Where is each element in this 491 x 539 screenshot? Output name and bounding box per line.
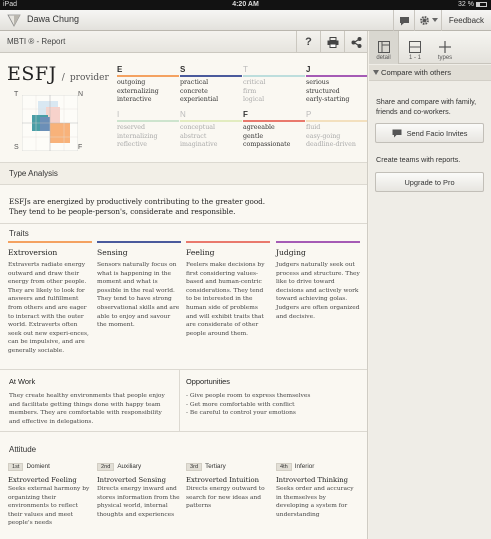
feedback-button[interactable]: Feedback	[441, 10, 491, 31]
trait-description: Feelers make decisions by first consider…	[186, 262, 265, 337]
at-work-section: At Work They create healthy environments…	[9, 377, 174, 426]
app-logo-icon[interactable]	[6, 13, 22, 28]
trait-sensing: Sensing Sensors naturally focus on what …	[97, 241, 181, 330]
report-title: MBTI ® - Report	[7, 37, 66, 46]
role-label: Auxiliary	[117, 463, 142, 470]
trait-description: Sensors naturally focus on what is happe…	[97, 262, 180, 329]
dimension-t: T critical firm logical	[243, 65, 307, 105]
upgrade-button[interactable]: Upgrade to Pro	[375, 172, 484, 192]
at-work-heading: At Work	[9, 377, 36, 386]
rank-badge: 4th	[276, 463, 292, 471]
dimension-s: S practical concrete experiential	[180, 65, 244, 105]
attitude-heading: Attitude	[9, 445, 37, 454]
type-code: ESFJ	[7, 63, 57, 85]
compare-section-header[interactable]: Compare with others	[369, 65, 491, 81]
battery-icon	[476, 1, 487, 7]
print-icon	[327, 36, 338, 48]
clock: 4:20 AM	[232, 1, 259, 8]
status-bar: iPad 4:20 AM 32 %	[0, 0, 491, 10]
messages-button[interactable]	[393, 10, 414, 31]
trait-name: Sensing	[97, 248, 128, 257]
chevron-down-icon	[431, 18, 438, 22]
function-name: Extroverted Intuition	[186, 476, 259, 484]
triangle-down-icon	[373, 70, 379, 75]
opportunity-item: - Be careful to control your emotions	[186, 410, 296, 417]
teams-description: Create teams with reports.	[376, 155, 461, 164]
at-work-text: They create healthy environments that pe…	[9, 393, 165, 425]
role-label: Domient	[26, 463, 50, 470]
chat-bubble-icon	[392, 129, 402, 137]
type-quadrant-chart: T N S F	[14, 89, 86, 153]
function-name: Introverted Sensing	[97, 476, 166, 484]
send-invites-button[interactable]: Send Facio Invites	[375, 123, 484, 143]
attitude-dominant: 1st Domient Extroverted Feeling Seeks ext…	[8, 463, 92, 528]
type-separator: /	[61, 73, 65, 83]
attitude-inferior: 4th Inferior Introverted Thinking Seeks o…	[276, 463, 360, 519]
print-button[interactable]	[320, 31, 344, 53]
rank-badge: 3rd	[186, 463, 203, 471]
help-button[interactable]: ?	[296, 31, 320, 53]
type-analysis-heading: Type Analysis	[9, 169, 58, 178]
function-description: Directs energy outward to search for new…	[186, 486, 265, 510]
type-nickname: provider	[69, 73, 109, 83]
trait-name: Judging	[276, 248, 306, 257]
trait-name: Extroversion	[8, 248, 58, 257]
sidebar: detail 1 - 1 types Compare with others S…	[369, 31, 491, 539]
dimension-f: F agreeable gentle compassionate	[243, 110, 307, 150]
quadrant-grid	[22, 95, 78, 151]
share-description: Share and compare with family, friends a…	[376, 97, 477, 116]
trait-description: Extraverts radiate energy outward and dr…	[8, 262, 89, 354]
tab-types[interactable]: types	[430, 31, 460, 64]
one-on-one-icon	[409, 41, 421, 53]
quadrant-label-t: T	[14, 91, 19, 98]
function-description: Seeks order and accuracy in themselves b…	[276, 486, 354, 518]
attitude-auxiliary: 2nd Auxiliary Introverted Sensing Directs…	[97, 463, 181, 519]
tab-detail[interactable]: detail	[369, 31, 399, 64]
types-icon	[439, 41, 451, 53]
type-heading: ESFJ / provider	[7, 63, 109, 85]
function-description: Directs energy inward and stores informa…	[97, 486, 180, 518]
role-label: Inferior	[294, 463, 315, 470]
top-nav-bar: Dawa Chung Feedback	[0, 10, 491, 31]
tab-one-on-one[interactable]: 1 - 1	[400, 31, 430, 64]
detail-icon	[377, 41, 390, 53]
dimension-e: E outgoing externalizing interactive	[117, 65, 181, 105]
user-name[interactable]: Dawa Chung	[27, 14, 79, 24]
dimension-n: N conceptual abstract imaginative	[180, 110, 244, 150]
share-icon	[351, 36, 362, 48]
quadrant-label-n: N	[78, 91, 84, 98]
trait-description: Judgers naturally seek out process and s…	[276, 262, 360, 320]
dimension-j: J serious structured early-starting	[306, 65, 367, 105]
trait-extroversion: Extroversion Extraverts radiate energy o…	[8, 241, 92, 356]
function-description: Seeks external harmony by organizing the…	[8, 486, 90, 527]
dimension-p: P fluid easy-going deadline-driven	[306, 110, 367, 150]
battery-indicator: 32 %	[458, 0, 487, 10]
trait-feeling: Feeling Feelers make decisions by first …	[186, 241, 270, 338]
quadrant-label-f: F	[78, 144, 83, 151]
quadrant-label-s: S	[14, 144, 19, 151]
gear-icon	[419, 16, 429, 25]
opportunities-section: Opportunities - Give people room to expr…	[186, 377, 361, 418]
chat-bubble-icon	[399, 16, 409, 25]
role-label: Tertiary	[205, 463, 226, 470]
report-panel: MBTI ® - Report ? ESFJ / provider T N S …	[0, 31, 368, 539]
report-header: MBTI ® - Report ?	[0, 31, 367, 53]
opportunity-item: - Give people room to express themselves	[186, 393, 311, 399]
rank-badge: 1st	[8, 463, 24, 471]
settings-button[interactable]	[414, 10, 441, 31]
dimension-i: I reserved internalizing reflective	[117, 110, 181, 150]
traits-heading: Traits	[9, 229, 29, 238]
rank-badge: 2nd	[97, 463, 115, 471]
function-name: Extroverted Feeling	[8, 476, 77, 484]
question-icon: ?	[305, 36, 312, 48]
opportunities-heading: Opportunities	[186, 377, 230, 386]
sidebar-tabs: detail 1 - 1 types	[369, 31, 491, 64]
opportunity-item: - Get more comfortable with conflict	[186, 401, 295, 408]
trait-name: Feeling	[186, 248, 215, 257]
trait-judging: Judging Judgers naturally seek out proce…	[276, 241, 360, 321]
share-button[interactable]	[344, 31, 367, 53]
type-summary: ESFJs are energized by productively cont…	[9, 197, 266, 216]
attitude-tertiary: 3rd Tertiary Extroverted Intuition Direct…	[186, 463, 270, 511]
function-name: Introverted Thinking	[276, 476, 348, 484]
